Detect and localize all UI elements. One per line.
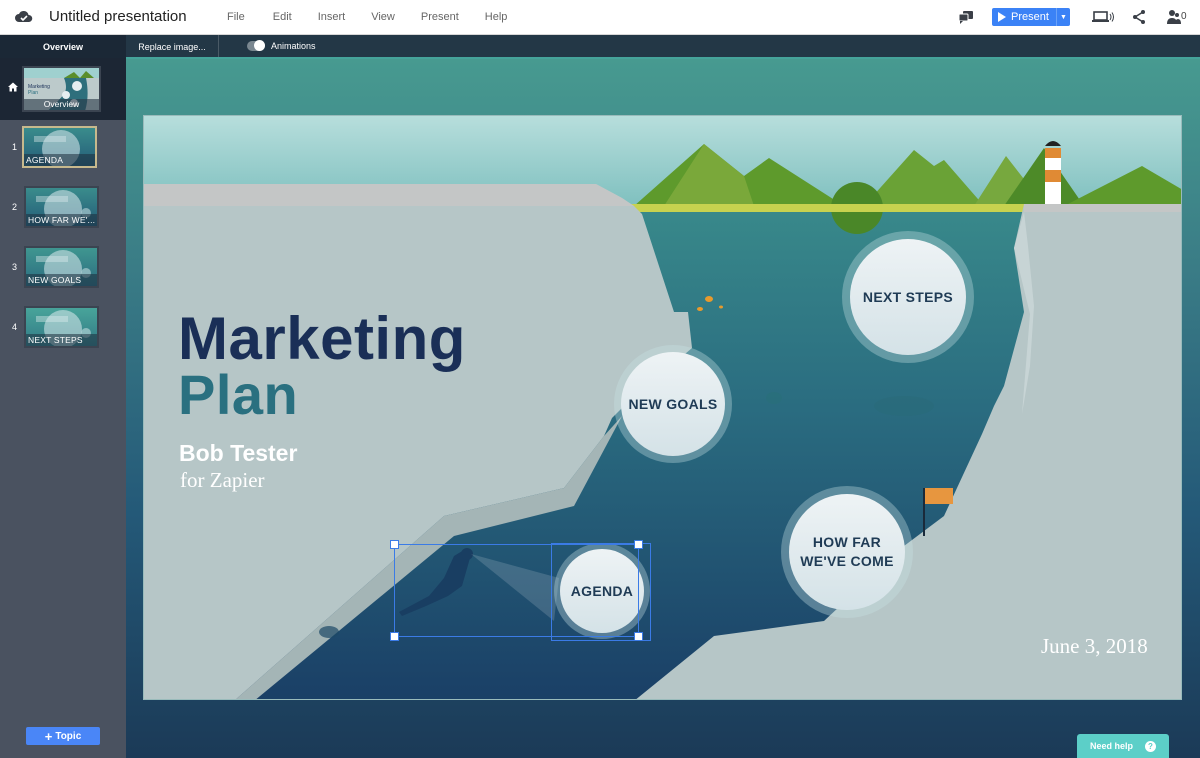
add-topic-label: Topic <box>55 730 82 742</box>
svg-text:Plan: Plan <box>28 90 38 96</box>
slide-number: 3 <box>12 262 18 272</box>
topic-agenda[interactable]: AGENDA <box>554 543 650 639</box>
plus-icon: + <box>44 728 53 744</box>
chevron-down-icon[interactable]: ▼ <box>1056 8 1070 26</box>
share-icon[interactable] <box>1130 8 1148 26</box>
home-icon[interactable] <box>8 82 18 92</box>
overview-thumbnail[interactable]: Marketing Plan Overview <box>22 66 101 112</box>
topic-how-far-weve-come[interactable]: HOW FAR WE'VE COME <box>781 486 913 618</box>
slide-thumbnail-label: AGENDA <box>24 154 95 166</box>
question-icon: ? <box>1145 740 1156 752</box>
slide-title-line2[interactable]: Plan <box>178 362 298 427</box>
resize-handle-bottom-left[interactable] <box>390 632 399 641</box>
slide-author[interactable]: Bob Tester <box>179 440 297 467</box>
slide-number: 4 <box>12 322 18 332</box>
topic-new-goals[interactable]: NEW GOALS <box>614 345 732 463</box>
comments-icon[interactable] <box>957 8 975 26</box>
menu-view[interactable]: View <box>371 11 395 23</box>
present-label: Present <box>1011 11 1049 23</box>
slide-number: 2 <box>12 202 18 212</box>
replace-image-button[interactable]: Replace image... <box>126 35 219 58</box>
topic-next-steps[interactable]: NEXT STEPS <box>842 231 974 363</box>
topic-label: HOW FAR WE'VE COME <box>800 534 894 569</box>
slide-canvas[interactable]: NEXT STEPS NEW GOALS HOW FAR WE'VE COME … <box>143 115 1182 700</box>
secondary-toolbar: Overview Replace image... Animations <box>0 35 1200 58</box>
overview-section: Marketing Plan Overview <box>0 58 126 120</box>
animations-toggle[interactable] <box>247 40 265 51</box>
play-icon <box>998 12 1006 22</box>
topic-label: NEW GOALS <box>628 395 718 412</box>
slide-thumbnail-1[interactable]: AGENDA <box>22 126 97 168</box>
topic-label: AGENDA <box>570 582 634 599</box>
slide-thumbnail-label: NEXT STEPS <box>26 334 97 346</box>
need-help-label: Need help <box>1089 741 1133 751</box>
cloud-check-icon[interactable] <box>15 9 33 25</box>
menu-file[interactable]: File <box>227 11 245 23</box>
menu-edit[interactable]: Edit <box>273 11 292 23</box>
animations-label: Animations <box>271 41 316 51</box>
topic-label: NEXT STEPS <box>862 288 954 305</box>
slide-thumbnail-4[interactable]: NEXT STEPS <box>24 306 99 348</box>
add-topic-button[interactable]: + Topic <box>26 727 100 745</box>
resize-handle-top-right[interactable] <box>634 540 643 549</box>
slide-thumbnail-label: NEW GOALS <box>26 274 97 286</box>
slide-thumbnail-label: HOW FAR WE'... <box>26 214 97 226</box>
tab-overview[interactable]: Overview <box>0 35 126 58</box>
top-bar: Untitled presentation File Edit Insert V… <box>0 0 1200 35</box>
overview-thumbnail-label: Overview <box>24 99 99 110</box>
resize-handle-top-left[interactable] <box>390 540 399 549</box>
present-button[interactable]: Present ▼ <box>992 8 1070 26</box>
laptop-broadcast-icon[interactable] <box>1091 8 1115 26</box>
collaborator-count: 0 <box>1181 11 1187 22</box>
slide-date[interactable]: June 3, 2018 <box>1041 634 1148 659</box>
menu-help[interactable]: Help <box>485 11 508 23</box>
resize-handle-bottom-right[interactable] <box>634 632 643 641</box>
need-help-button[interactable]: Need help ? <box>1077 734 1169 758</box>
menu-present[interactable]: Present <box>421 11 459 23</box>
slide-number: 1 <box>12 142 18 152</box>
document-title[interactable]: Untitled presentation <box>49 8 187 25</box>
slide-company[interactable]: for Zapier <box>180 468 265 493</box>
slide-thumbnail-2[interactable]: HOW FAR WE'... <box>24 186 99 228</box>
menu-insert[interactable]: Insert <box>318 11 346 23</box>
menu-bar: File Edit Insert View Present Help <box>227 11 507 23</box>
slide-thumbnail-3[interactable]: NEW GOALS <box>24 246 99 288</box>
slide-sidebar: Marketing Plan Overview 1 AGENDA 2 HOW F… <box>0 58 126 758</box>
